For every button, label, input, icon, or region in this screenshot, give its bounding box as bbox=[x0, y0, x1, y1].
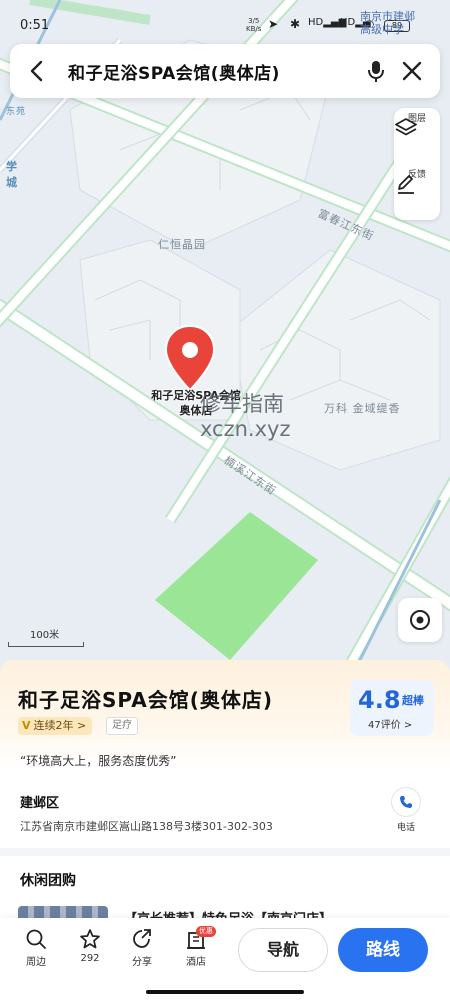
route-button[interactable]: 路线 bbox=[338, 928, 428, 972]
map-canvas[interactable]: 仁恒晶园 富春江东街 楠溪江东街 万科 金域缇香 学 城 东苑 和子足浴SPA会… bbox=[0, 0, 450, 700]
review-count: 47评价 > bbox=[368, 720, 413, 731]
map-scale: 100米 bbox=[8, 626, 88, 648]
layers-button[interactable]: 图层 bbox=[394, 110, 440, 162]
map-overlay-school-label: 南京市建邺 高级中学 bbox=[360, 10, 415, 36]
poi-name: 和子足浴SPA会馆(奥体店) bbox=[18, 688, 273, 712]
watermark-line2: xczn.xyz bbox=[200, 417, 291, 441]
overlay-line2: 高级中学 bbox=[360, 23, 404, 36]
search-icon bbox=[26, 929, 46, 949]
search-title[interactable]: 和子足浴SPA会馆(奥体店) bbox=[68, 59, 280, 84]
map-app-screen: 仁恒晶园 富春江东街 楠溪江东街 万科 金域缇香 学 城 东苑 和子足浴SPA会… bbox=[0, 0, 450, 1000]
map-roads bbox=[0, 0, 450, 700]
overlay-line1: 南京市建邺 bbox=[360, 10, 415, 23]
close-icon[interactable] bbox=[398, 57, 426, 85]
favorite-button[interactable]: 292 bbox=[68, 928, 112, 964]
microphone-icon[interactable] bbox=[362, 57, 390, 85]
category-tag: 足疗 bbox=[106, 717, 138, 735]
watermark-line1: 修车指南 bbox=[200, 392, 284, 416]
hotel-button[interactable]: 优惠 酒店 bbox=[174, 926, 218, 968]
back-arrow-icon[interactable] bbox=[24, 58, 50, 84]
review-quote: “环境高大上，服务态度优秀” bbox=[20, 754, 177, 768]
section-divider bbox=[0, 848, 450, 856]
layers-icon bbox=[395, 118, 417, 136]
location-pin-icon[interactable] bbox=[163, 324, 217, 392]
locate-me-button[interactable] bbox=[398, 598, 442, 642]
location-arrow-icon: ➤ bbox=[268, 17, 279, 31]
vip-badge[interactable]: V 连续2年 > bbox=[18, 717, 93, 735]
vip-badge-v: V bbox=[22, 719, 31, 732]
rating-card[interactable]: 4.8 超棒 47评价 > bbox=[350, 680, 434, 736]
map-tools-panel: 图层 反馈 bbox=[394, 108, 440, 220]
address-text[interactable]: 江苏省南京市建邺区嵩山路138号3楼301-302-303 bbox=[20, 818, 273, 834]
watermark: 修车指南 xczn.xyz bbox=[200, 392, 291, 442]
status-bar: 0:51 3/5 KB/s ➤ ✱ HD▂▄▆ HD▂▄ ◠ 89 南京市建邺 … bbox=[0, 0, 450, 40]
rating-score: 4.8 bbox=[358, 686, 401, 714]
locate-icon bbox=[410, 610, 430, 630]
network-speed-value: 3/5 bbox=[248, 17, 260, 25]
vip-badge-text: 连续2年 > bbox=[33, 719, 87, 732]
nearby-button[interactable]: 周边 bbox=[14, 928, 58, 968]
share-button[interactable]: 分享 bbox=[120, 928, 164, 968]
status-time: 0:51 bbox=[20, 18, 50, 33]
rating-tag: 超棒 bbox=[402, 694, 424, 707]
map-scale-text: 100米 bbox=[30, 630, 60, 641]
map-label-city: 城 bbox=[6, 176, 18, 189]
phone-label: 电话 bbox=[396, 823, 415, 833]
share-label: 分享 bbox=[132, 957, 152, 968]
map-scale-bar bbox=[8, 642, 84, 647]
edit-icon bbox=[398, 175, 414, 194]
map-label-school: 学 bbox=[6, 160, 18, 173]
share-icon bbox=[133, 929, 151, 948]
bluetooth-icon: ✱ bbox=[290, 17, 301, 31]
map-label-vanke: 万科 金域缇香 bbox=[324, 402, 401, 415]
bottom-action-bar: 周边 292 分享 优惠 酒店 导航 路线 bbox=[0, 918, 450, 1000]
hotel-label: 酒店 bbox=[186, 957, 206, 968]
phone-circle bbox=[392, 788, 420, 816]
phone-button[interactable]: 电话 bbox=[386, 788, 426, 834]
home-indicator[interactable] bbox=[146, 990, 304, 994]
navigate-button[interactable]: 导航 bbox=[238, 928, 328, 972]
hotel-promo-badge: 优惠 bbox=[196, 926, 216, 937]
phone-icon bbox=[400, 796, 412, 808]
map-label-east-garden: 东苑 bbox=[6, 107, 27, 117]
network-speed-unit: KB/s bbox=[246, 25, 262, 33]
section-title-group-buy: 休闲团购 bbox=[20, 873, 76, 889]
district-name: 建邺区 bbox=[20, 796, 60, 811]
network-speed: 3/5 KB/s bbox=[246, 17, 261, 33]
favorite-count: 292 bbox=[80, 953, 100, 964]
map-label-renheng: 仁恒晶园 bbox=[158, 238, 206, 251]
search-bar: 和子足浴SPA会馆(奥体店) bbox=[10, 44, 440, 98]
feedback-button[interactable]: 反馈 bbox=[394, 166, 440, 218]
star-icon bbox=[80, 929, 100, 949]
nearby-label: 周边 bbox=[26, 957, 46, 968]
